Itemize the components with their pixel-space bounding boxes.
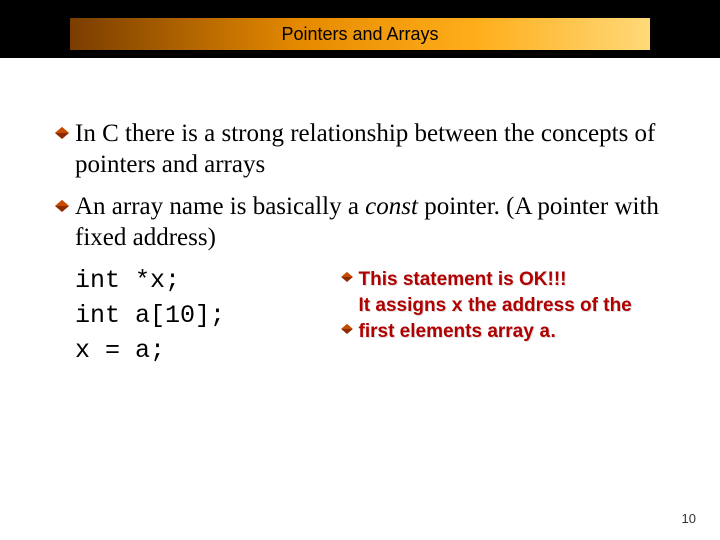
slide-content: In C there is a strong relationship betw… (55, 118, 665, 368)
code-line: int *x; (75, 266, 180, 295)
note-line: This statement is OK!!! (341, 267, 666, 293)
bullet-icon (341, 324, 357, 334)
bullet-item: In C there is a strong relationship betw… (55, 118, 665, 181)
note-fragment: the address of the (463, 295, 632, 316)
code-line: x = a; (75, 336, 165, 365)
bullet-icon (55, 200, 73, 212)
bullet-text: In C there is a strong relationship betw… (75, 118, 665, 181)
note-fragment: It assigns (359, 295, 452, 316)
code-line: int a[10]; (75, 301, 225, 330)
bullet-text: An array name is basically a const point… (75, 191, 665, 254)
code-inline: x (451, 295, 462, 317)
note-fragment: first elements array (359, 321, 540, 342)
note-text: This statement is OK!!! (359, 267, 567, 293)
title-bar: Pointers and Arrays (0, 0, 720, 58)
note-text: first elements array a. (359, 319, 556, 346)
note-fragment: . (551, 321, 556, 342)
code-inline: a (539, 321, 550, 343)
code-and-note-row: int *x; int a[10]; x = a; This statement… (75, 263, 665, 368)
bullet-icon (341, 272, 357, 282)
note-block: This statement is OK!!! It assigns x the… (341, 263, 666, 346)
bullet-icon (55, 127, 73, 139)
page-number: 10 (682, 511, 696, 526)
slide-title: Pointers and Arrays (70, 18, 650, 50)
note-line: first elements array a. (341, 319, 666, 346)
code-block: int *x; int a[10]; x = a; (75, 263, 341, 368)
bullet-item: An array name is basically a const point… (55, 191, 665, 254)
note-text: It assigns x the address of the (359, 293, 666, 320)
